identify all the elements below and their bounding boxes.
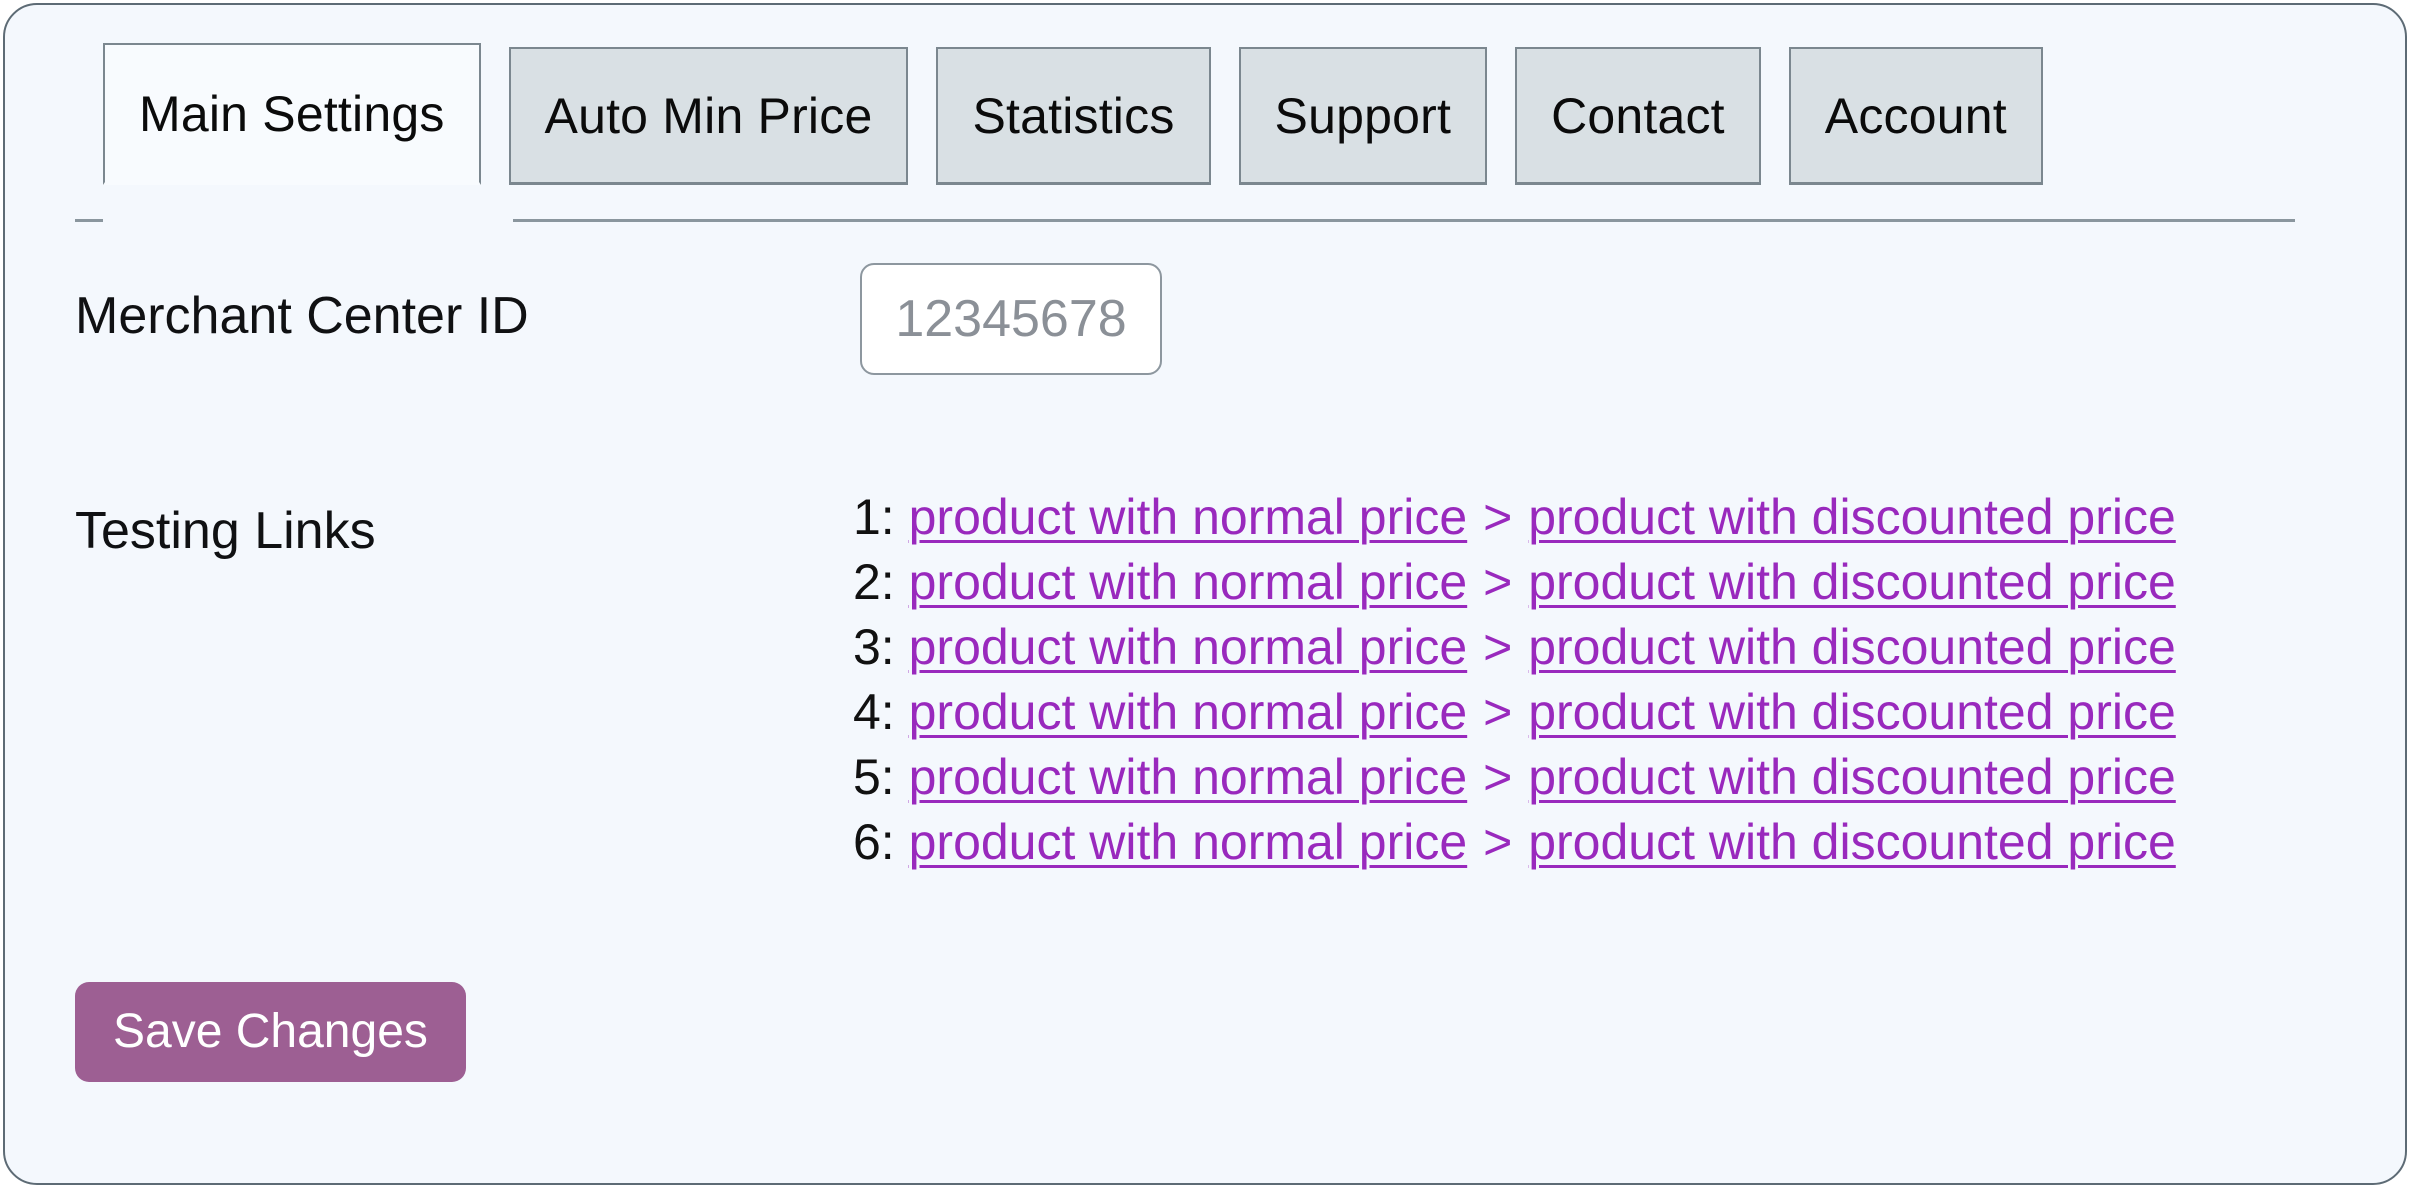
link-discounted-price[interactable]: product with discounted price: [1528, 489, 2176, 545]
link-discounted-price[interactable]: product with discounted price: [1528, 619, 2176, 675]
link-discounted-price[interactable]: product with discounted price: [1528, 814, 2176, 870]
link-separator: >: [1483, 619, 1513, 675]
row-index: 1:: [853, 489, 895, 545]
testing-link-row: 2: product with normal price > product w…: [853, 550, 2353, 615]
tab-label: Statistics: [972, 87, 1175, 144]
tab-statistics[interactable]: Statistics: [936, 47, 1211, 185]
tab-list: Main Settings Auto Min Price Statistics …: [103, 43, 2043, 185]
testing-link-row: 4: product with normal price > product w…: [853, 680, 2353, 745]
link-discounted-price[interactable]: product with discounted price: [1528, 684, 2176, 740]
save-changes-button[interactable]: Save Changes: [75, 982, 466, 1082]
link-normal-price[interactable]: product with normal price: [909, 619, 1468, 675]
link-normal-price[interactable]: product with normal price: [909, 554, 1468, 610]
row-index: 5:: [853, 749, 895, 805]
tab-support[interactable]: Support: [1238, 47, 1488, 185]
tab-auto-min-price[interactable]: Auto Min Price: [508, 47, 909, 185]
testing-links-label: Testing Links: [75, 502, 376, 560]
link-separator: >: [1483, 749, 1513, 805]
row-index: 6:: [853, 814, 895, 870]
merchant-center-id-input[interactable]: [860, 263, 1162, 375]
link-separator: >: [1483, 684, 1513, 740]
link-separator: >: [1483, 814, 1513, 870]
testing-links-list: 1: product with normal price > product w…: [853, 485, 2353, 875]
link-discounted-price[interactable]: product with discounted price: [1528, 749, 2176, 805]
testing-link-row: 6: product with normal price > product w…: [853, 810, 2353, 875]
row-index: 3:: [853, 619, 895, 675]
tab-label: Contact: [1551, 87, 1725, 144]
merchant-center-id-label: Merchant Center ID: [75, 287, 529, 345]
tab-label: Main Settings: [139, 85, 445, 142]
link-normal-price[interactable]: product with normal price: [909, 749, 1468, 805]
settings-panel: Main Settings Auto Min Price Statistics …: [3, 3, 2407, 1185]
link-normal-price[interactable]: product with normal price: [909, 814, 1468, 870]
tab-label: Account: [1824, 87, 2007, 144]
testing-link-row: 3: product with normal price > product w…: [853, 615, 2353, 680]
tab-contact[interactable]: Contact: [1515, 47, 1761, 185]
row-index: 4:: [853, 684, 895, 740]
testing-link-row: 5: product with normal price > product w…: [853, 745, 2353, 810]
main-settings-panel: Merchant Center ID Testing Links 1: prod…: [5, 185, 2405, 1183]
link-separator: >: [1483, 489, 1513, 545]
tab-label: Auto Min Price: [544, 87, 873, 144]
link-normal-price[interactable]: product with normal price: [909, 489, 1468, 545]
link-normal-price[interactable]: product with normal price: [909, 684, 1468, 740]
row-index: 2:: [853, 554, 895, 610]
tab-main-settings[interactable]: Main Settings: [103, 43, 481, 185]
tab-account[interactable]: Account: [1788, 47, 2043, 185]
testing-link-row: 1: product with normal price > product w…: [853, 485, 2353, 550]
link-discounted-price[interactable]: product with discounted price: [1528, 554, 2176, 610]
tab-bar: Main Settings Auto Min Price Statistics …: [5, 43, 2405, 224]
link-separator: >: [1483, 554, 1513, 610]
tab-label: Support: [1274, 87, 1452, 144]
